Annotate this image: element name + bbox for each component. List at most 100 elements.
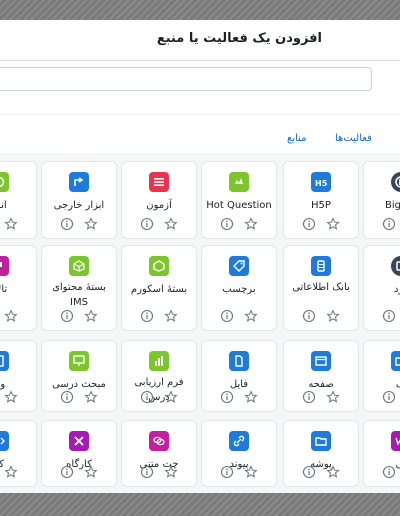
activity-grid: BigBlu H5P H5P Hot Question آزمون ابزار خارجی… [0,153,400,493]
activity-card[interactable]: بستهٔ محتوای IMS [41,245,117,331]
activity-card[interactable]: کارگاه [41,420,117,487]
info-icon[interactable] [302,464,316,479]
info-icon[interactable] [220,464,234,479]
info-icon[interactable] [60,216,74,231]
star-icon[interactable] [326,389,340,403]
activity-label: انت [0,200,7,211]
card-footer [364,308,400,323]
star-icon[interactable] [326,216,340,230]
star-icon[interactable] [244,216,258,230]
star-icon[interactable] [244,389,258,403]
info-icon[interactable] [302,308,316,323]
search-input[interactable] [0,67,372,91]
card-footer [202,216,276,231]
activity-card[interactable]: آزمون [121,161,197,239]
card-footer [42,308,116,323]
activity-card[interactable]: بانک اطلاعاتی [283,245,359,331]
info-icon[interactable] [220,308,234,323]
activity-card[interactable]: بستهٔ اسکورم [121,245,197,331]
activity-card[interactable]: فرم ارزیابی درس [121,340,197,412]
star-icon[interactable] [244,464,258,478]
info-icon[interactable] [140,464,154,479]
info-icon[interactable] [302,216,316,231]
board-icon [391,256,400,276]
activity-card[interactable]: انت [0,161,37,239]
info-icon[interactable] [140,389,154,404]
h5p-icon: H5P [311,172,331,192]
star-icon[interactable] [326,308,340,322]
activity-card[interactable]: تالار [0,245,37,331]
card-footer [42,464,116,479]
tab-bar: فعالیت‌ها منابع [0,114,400,154]
feedback-form-icon [149,351,169,371]
star-icon[interactable] [164,389,178,403]
hot-question-icon [229,172,249,192]
activity-card[interactable]: چت متنی [121,420,197,487]
star-icon[interactable] [84,216,98,230]
star-icon[interactable] [164,216,178,230]
activity-card[interactable]: برچسب [201,245,277,331]
star-icon[interactable] [164,308,178,322]
info-icon[interactable] [382,308,396,323]
tab-resources[interactable]: منابع [287,133,307,144]
activity-card[interactable]: مبحث درسی [41,340,117,412]
info-icon[interactable] [382,464,396,479]
activity-card[interactable]: کد [0,420,37,487]
activity-card[interactable]: BigBlu [363,161,400,239]
activity-card[interactable]: نی [363,420,400,487]
activity-card[interactable]: ورد [363,245,400,331]
star-icon[interactable] [326,464,340,478]
modal-header: افزودن یک فعالیت یا منبع [0,20,400,61]
star-icon[interactable] [4,308,18,322]
card-footer [122,389,196,404]
activity-card[interactable]: فایل [201,340,277,412]
star-icon[interactable] [4,464,18,478]
page-backdrop-top [0,0,400,20]
folder-icon [311,431,331,451]
star-icon[interactable] [84,464,98,478]
card-footer [122,464,196,479]
quiz-icon [149,172,169,192]
activity-label: تالار [0,284,8,295]
svg-text:H5P: H5P [315,179,328,188]
activity-card[interactable]: پیوند [201,420,277,487]
activity-card[interactable]: H5P H5P [283,161,359,239]
card-footer [364,389,400,404]
card-footer [42,389,116,404]
star-icon[interactable] [164,464,178,478]
info-icon[interactable] [60,308,74,323]
activity-card[interactable]: ف [363,340,400,412]
star-icon[interactable] [244,308,258,322]
activity-card[interactable]: واژ [0,340,37,412]
card-footer [364,216,400,231]
activity-card[interactable]: Hot Question [201,161,277,239]
activity-card[interactable]: پوشه [283,420,359,487]
activity-card[interactable]: صفحه [283,340,359,412]
activity-card[interactable]: ابزار خارجی [41,161,117,239]
glossary-icon [0,351,9,371]
info-icon[interactable] [382,389,396,404]
activity-label: Hot Question [206,200,272,211]
ims-package-icon [69,256,89,276]
folder-icon [391,351,400,371]
info-icon[interactable] [220,389,234,404]
info-icon[interactable] [60,389,74,404]
star-icon[interactable] [4,216,18,230]
card-footer [284,389,358,404]
code-icon [0,431,9,451]
card-footer [0,308,36,322]
card-footer [42,216,116,231]
info-icon[interactable] [140,308,154,323]
star-icon[interactable] [84,308,98,322]
activity-label: بستهٔ محتوای IMS [52,282,106,308]
star-icon[interactable] [84,389,98,403]
activity-label: بانک اطلاعاتی [292,282,350,293]
card-footer [122,216,196,231]
info-icon[interactable] [140,216,154,231]
info-icon[interactable] [60,464,74,479]
info-icon[interactable] [302,389,316,404]
info-icon[interactable] [220,216,234,231]
star-icon[interactable] [4,389,18,403]
info-icon[interactable] [382,216,396,231]
tab-activities[interactable]: فعالیت‌ها [335,133,372,144]
